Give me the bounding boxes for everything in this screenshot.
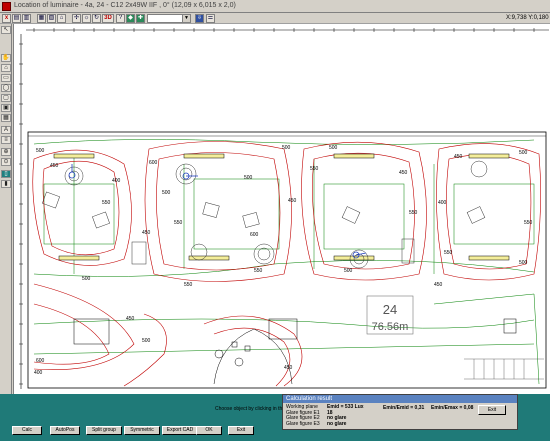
calc-button[interactable]: Calc: [12, 426, 42, 435]
contour-label: 450: [50, 163, 59, 169]
contour-label: 600: [250, 232, 259, 238]
glare-e3-label: Glare figure E3: [286, 420, 320, 427]
contour-label: 550: [174, 220, 183, 226]
ok-button[interactable]: OK: [196, 426, 222, 435]
left-toolbar: ↖ ✋ ⌂ ▭ ◯ ▢ ▣ ▦ A ≡ ⊕ ⊙ ▯ ▮: [0, 24, 12, 394]
selection-hint: Choose object by clicking in the list: [215, 406, 293, 412]
contour-label: 550: [310, 166, 319, 172]
contour-label: 550: [524, 220, 533, 226]
emin-emid-ratio: Emin/Emid = 0,31: [383, 405, 425, 411]
contour-label: 500: [244, 175, 253, 181]
house-tool-icon[interactable]: ⌂: [1, 64, 11, 72]
target-tool-icon[interactable]: ⊕: [1, 148, 11, 156]
calc-exit-button[interactable]: Exit: [478, 405, 506, 415]
contour-label: 450: [126, 316, 135, 322]
autopos-button[interactable]: AutoPos: [50, 426, 80, 435]
luminaire-icon[interactable]: ✢: [72, 14, 81, 23]
glare-e3-value: no glare: [327, 420, 347, 427]
layout-icon[interactable]: ▧: [47, 14, 56, 23]
rotate-icon[interactable]: ↻: [92, 14, 101, 23]
contour-label: 450: [454, 154, 463, 160]
title-bar: Location of luminaire - 4a, 24 - C12 2x4…: [0, 0, 550, 13]
floor-plan-drawing: 24 76.56m 500 450 400 550 600 500 450 55…: [19, 28, 549, 389]
settings-icon[interactable]: ☰: [206, 14, 215, 23]
contour-label: 500: [282, 145, 291, 151]
rectangle-tool-icon[interactable]: ▭: [1, 74, 11, 82]
light-icon[interactable]: ☼: [82, 14, 91, 23]
export-cad-button[interactable]: Export CAD: [162, 426, 198, 435]
contour-label: 550: [444, 250, 453, 256]
panel-tool-icon[interactable]: ▯: [1, 170, 11, 178]
contour-label: 550: [102, 200, 111, 206]
exit-button[interactable]: Exit: [228, 426, 254, 435]
fill-tool-icon[interactable]: ▮: [1, 180, 11, 188]
chevron-down-icon[interactable]: ▼: [182, 15, 190, 22]
square-tool-icon[interactable]: ▢: [1, 94, 11, 102]
close-icon[interactable]: x: [2, 14, 11, 23]
toolbar: x ▤ ▥ ▦ ▧ ⌂ ✢ ☼ ↻ 3D ? ◆ ✚ ▼ ⇩ ☰: [0, 13, 550, 24]
contour-label: 450: [434, 282, 443, 288]
area-number-label: 24: [383, 302, 397, 317]
calc-values: Emid = 533 Lux 18 no glare no glare: [327, 404, 364, 427]
view-dropdown[interactable]: ▼: [147, 14, 191, 23]
grid-icon[interactable]: ▦: [37, 14, 46, 23]
contour-label: 500: [82, 276, 91, 282]
window-title: Location of luminaire - 4a, 24 - C12 2x4…: [14, 2, 236, 9]
filled-square-tool-icon[interactable]: ▣: [1, 104, 11, 112]
split-group-button[interactable]: Split group: [86, 426, 122, 435]
contour-label: 550: [184, 282, 193, 288]
emin-emax-ratio: Emin/Emax = 0,08: [431, 405, 474, 411]
contour-label: 550: [409, 210, 418, 216]
area-value-label: 76.56m: [372, 321, 409, 333]
text-tool-icon[interactable]: A: [1, 126, 11, 134]
symmetric-button[interactable]: Symmetric: [124, 426, 160, 435]
contour-label: 400: [438, 200, 447, 206]
contour-label: 450: [284, 365, 293, 371]
diamond-icon[interactable]: ◆: [126, 14, 135, 23]
contour-label: 500: [519, 260, 528, 266]
contour-label: 500: [329, 145, 338, 151]
drawing-canvas[interactable]: 24 76.56m 500 450 400 550 600 500 450 55…: [13, 24, 550, 394]
room-icon[interactable]: ⌂: [57, 14, 66, 23]
contour-label: 400: [34, 370, 43, 376]
contour-label: 500: [142, 338, 151, 344]
circle-tool-icon[interactable]: ◯: [1, 84, 11, 92]
contour-label: 450: [142, 230, 151, 236]
calculation-result-title: Calculation result: [283, 395, 517, 403]
table-tool-icon[interactable]: ▦: [1, 114, 11, 122]
calculation-result-window: Calculation result Working plane Glare f…: [282, 394, 518, 430]
help-icon[interactable]: ?: [116, 14, 125, 23]
contour-label: 500: [519, 150, 528, 156]
app-icon: [2, 2, 11, 11]
coordinate-readout: X:9,738 Y:0,180: [506, 15, 549, 21]
lines-tool-icon[interactable]: ≡: [1, 136, 11, 144]
contour-label: 400: [112, 178, 121, 184]
contour-label: 450: [399, 170, 408, 176]
contour-label: 500: [36, 148, 45, 154]
point-tool-icon[interactable]: ⊙: [1, 158, 11, 166]
open-icon[interactable]: ▤: [12, 14, 21, 23]
calc-labels: Working plane Glare figure E1 Glare figu…: [286, 404, 320, 427]
contour-label: 500: [162, 190, 171, 196]
3d-view-icon[interactable]: 3D: [102, 14, 114, 23]
contour-label: 600: [149, 160, 158, 166]
contour-label: 600: [36, 358, 45, 364]
add-icon[interactable]: ✚: [136, 14, 145, 23]
pointer-tool-icon[interactable]: ↖: [1, 26, 11, 34]
export-icon[interactable]: ⇩: [195, 14, 204, 23]
contour-label: 550: [254, 268, 263, 274]
save-icon[interactable]: ▥: [22, 14, 31, 23]
contour-label: 450: [288, 198, 297, 204]
contour-label: 500: [344, 268, 353, 274]
hand-tool-icon[interactable]: ✋: [1, 54, 11, 62]
